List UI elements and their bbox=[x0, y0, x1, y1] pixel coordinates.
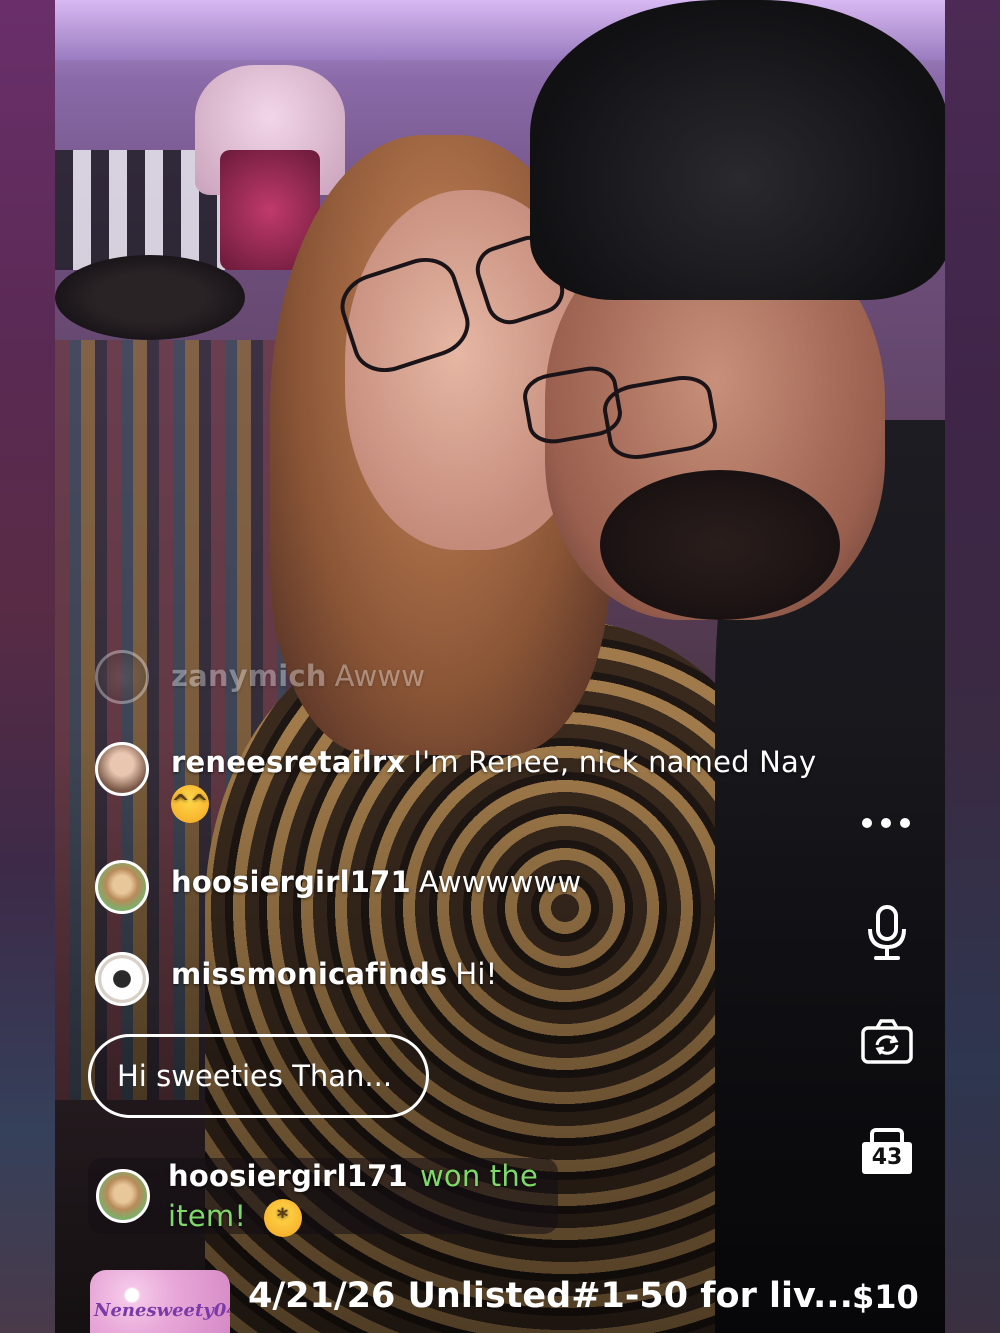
comment-username[interactable]: reneesretailrx bbox=[171, 745, 405, 779]
listing-thumbnail[interactable]: Nenesweety04 bbox=[90, 1270, 230, 1333]
comment-item: missmonicafinds Hi! bbox=[95, 952, 497, 1006]
reneesretailrx-avatar[interactable] bbox=[95, 742, 149, 796]
bag-count: 43 bbox=[862, 1142, 912, 1174]
left-blur-panel bbox=[0, 0, 55, 1333]
comment-text: Awww bbox=[334, 659, 426, 693]
listing-title[interactable]: 4/21/26 Unlisted#1-50 for liv... bbox=[248, 1274, 853, 1318]
comment-item: zanymich Awww bbox=[95, 650, 425, 704]
zanymich-avatar[interactable] bbox=[95, 650, 149, 704]
thumbnail-brand-text: Nenesweety04 bbox=[94, 1300, 230, 1321]
comment-item: reneesretailrx I'm Renee, nick named Nay ^… bbox=[95, 742, 831, 823]
comment-text: I'm Renee, nick named Nay bbox=[413, 745, 817, 779]
shopping-bag-icon[interactable]: 43 bbox=[862, 1128, 912, 1178]
comment-username[interactable]: hoosiergirl171 bbox=[171, 865, 411, 899]
winner-banner: hoosiergirl171 won the item! * bbox=[88, 1158, 558, 1237]
comment-item: hoosiergirl171 Awwwwww bbox=[95, 860, 581, 914]
comment-username[interactable]: zanymich bbox=[171, 659, 327, 693]
hoosiergirl171-avatar[interactable] bbox=[96, 1169, 150, 1223]
right-blur-panel bbox=[945, 0, 1000, 1333]
more-dots-icon[interactable] bbox=[862, 808, 910, 838]
hoosiergirl171-avatar[interactable] bbox=[95, 860, 149, 914]
listing-price: $10 bbox=[852, 1278, 919, 1316]
missmonicafinds-avatar[interactable] bbox=[95, 952, 149, 1006]
winner-username[interactable]: hoosiergirl171 bbox=[168, 1159, 408, 1193]
chat-input[interactable]: Hi sweeties Than... bbox=[88, 1034, 429, 1118]
microphone-icon[interactable] bbox=[866, 905, 908, 961]
comment-text: Hi! bbox=[455, 957, 498, 991]
partying-face-emoji: * bbox=[263, 1198, 302, 1237]
camera-flip-icon[interactable] bbox=[860, 1018, 914, 1066]
grinning-squinting-emoji: ^^ bbox=[171, 785, 209, 823]
comment-username[interactable]: missmonicafinds bbox=[171, 957, 447, 991]
comment-text: Awwwwww bbox=[418, 865, 582, 899]
